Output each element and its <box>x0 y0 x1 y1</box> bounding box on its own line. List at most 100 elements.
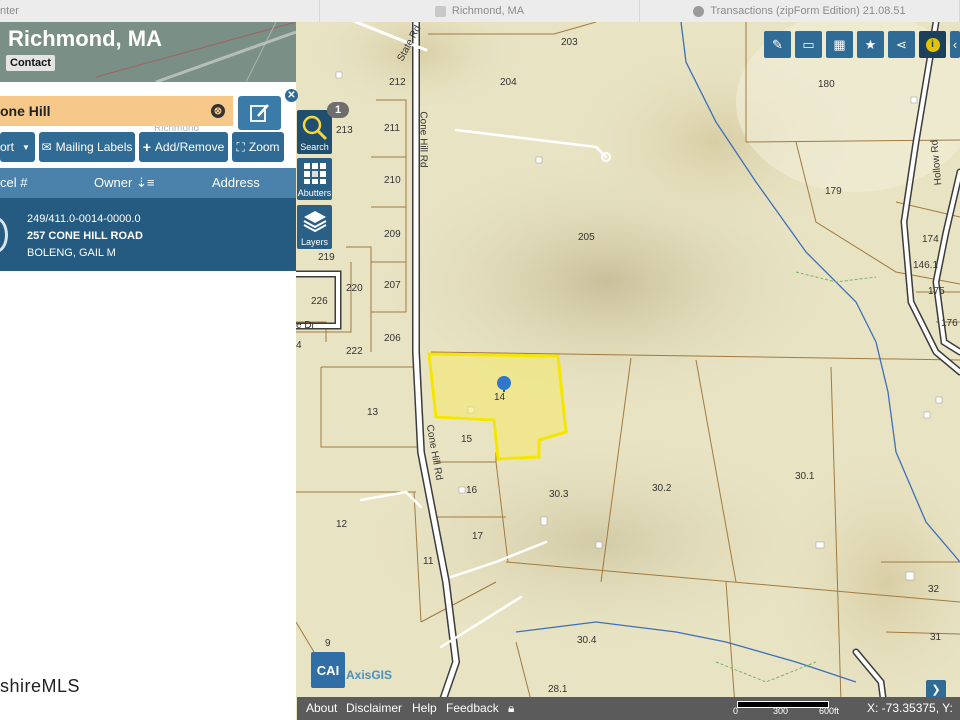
parcel-id: 249/411.0-0014-0000.0 <box>27 213 141 225</box>
envelope-icon: ✉ <box>41 140 52 154</box>
parcel-number: 32 <box>928 584 940 595</box>
parcel-number: 180 <box>818 79 835 90</box>
feedback-link[interactable]: Feedback <box>446 701 499 715</box>
edit-button[interactable] <box>238 96 281 130</box>
cai-logo: CAI <box>311 652 345 688</box>
edit-icon <box>249 104 269 122</box>
results-column-header: cel # Owner ⇣≡ Address <box>0 168 296 198</box>
parcel-number: 30.2 <box>652 483 672 494</box>
parcel-number: 226 <box>311 296 328 307</box>
abutters-tool-label: Abutters <box>297 188 332 198</box>
parcel-number: 175 <box>928 286 945 297</box>
expand-icon[interactable]: ❯ <box>926 680 946 698</box>
axisgis-logo: AxisGIS <box>346 668 393 682</box>
grid-icon: ▦ <box>833 36 846 52</box>
scale-label-300: 300 <box>773 706 789 716</box>
parcel-number: 205 <box>578 232 595 243</box>
page-icon <box>434 5 446 17</box>
parcel-number: 17 <box>472 531 484 542</box>
tab-label: Richmond, MA <box>451 5 525 17</box>
parcel-number: 31 <box>930 632 942 643</box>
add-remove-button[interactable]: + Add/Remove <box>139 132 228 162</box>
search-field[interactable]: one Hill ⊗ <box>0 96 233 126</box>
result-count-badge: 1 <box>327 102 349 118</box>
zoom-label: Zoom <box>248 140 280 154</box>
contact-button[interactable]: Contact <box>6 55 55 71</box>
result-row[interactable]: 249/411.0-0014-0000.0 257 CONE HILL ROAD… <box>0 198 296 271</box>
parcel-number: 9 <box>325 638 331 649</box>
scale-bar: 0 300 600ft <box>731 699 851 717</box>
share-tool-button[interactable]: ⋖ <box>888 31 915 58</box>
road-label: Cone Hill Rd <box>417 111 429 168</box>
parcel-number: 11 <box>423 556 434 567</box>
sort-icon[interactable]: ⇣≡ <box>136 175 154 191</box>
browser-tab[interactable]: nter <box>0 0 320 22</box>
browser-tab-active[interactable]: Richmond, MA <box>320 0 640 22</box>
parcel-number: 146.1 <box>913 260 939 271</box>
grid-parcels-icon <box>304 163 326 184</box>
zoom-extent-icon: ⛶ <box>236 139 245 154</box>
basemap-tool-button[interactable]: ▦ <box>826 31 853 58</box>
info-tool-button[interactable]: i <box>919 31 946 58</box>
mls-brand: shireMLS <box>0 676 81 696</box>
info-icon: i <box>925 37 940 52</box>
parcel-number: 213 <box>336 125 353 136</box>
column-parcel[interactable]: cel # <box>0 175 27 190</box>
parcel-number: 30.3 <box>549 489 569 500</box>
report-button[interactable]: ort ▼ <box>0 132 35 162</box>
search-query: one Hill <box>0 103 51 119</box>
report-label: ort <box>0 140 15 154</box>
scale-label-600: 600ft <box>819 706 840 716</box>
page-title: Richmond, MA <box>8 26 162 51</box>
chevron-down-icon: ▼ <box>22 142 30 152</box>
parcel-number: 174 <box>922 234 939 245</box>
parcel-number: 13 <box>367 407 379 418</box>
add-remove-label: Add/Remove <box>154 140 225 154</box>
parcel-number: 12 <box>336 519 348 530</box>
browser-tab[interactable]: Transactions (zipForm Edition) 21.08.51 <box>640 0 960 22</box>
mailing-labels-button[interactable]: ✉ Mailing Labels <box>39 132 135 162</box>
markup-tool-button[interactable]: ✎ <box>764 31 791 58</box>
parcel-number: 203 <box>561 37 578 48</box>
help-link[interactable]: Help <box>412 701 437 715</box>
parcel-number: 14 <box>494 392 506 403</box>
search-tool-label: Search <box>300 142 329 152</box>
map-canvas[interactable]: State Rd Cone Hill Rd Cone Hill Rd Hollo… <box>296 22 960 720</box>
parcel-number: 179 <box>825 186 842 197</box>
tab-label: nter <box>0 5 19 17</box>
parcel-address: 257 CONE HILL ROAD <box>27 230 143 242</box>
parcel-number: 30.4 <box>577 635 597 646</box>
parcel-owner: BOLENG, GAIL M <box>27 247 116 259</box>
parcel-number: 204 <box>500 77 517 88</box>
lock-icon[interactable]: 🔒︎ <box>508 701 514 716</box>
parcel-panel: Richmond, MA Contact Richmond one Hill ⊗… <box>0 22 298 720</box>
road-label: e Dr <box>296 320 315 331</box>
parcel-number: 212 <box>389 77 406 88</box>
layers-tool-button[interactable]: Layers <box>297 205 332 249</box>
column-owner[interactable]: Owner <box>94 175 132 190</box>
about-link[interactable]: About <box>306 701 337 715</box>
parcel-number: 211 <box>384 123 400 134</box>
clear-search-icon[interactable]: ⊗ <box>211 104 225 118</box>
parcel-number: 222 <box>346 346 363 357</box>
map-footer: About Disclaimer Help Feedback 🔒︎ 0 300 … <box>297 697 960 720</box>
column-address[interactable]: Address <box>212 175 260 190</box>
results-toolbar: ort ▼ ✉ Mailing Labels + Add/Remove ⛶ Zoom <box>0 132 296 164</box>
parcel-thumbnail-icon <box>0 217 8 253</box>
panel-header: Richmond, MA Contact <box>0 22 296 82</box>
layers-tool-label: Layers <box>300 237 328 247</box>
close-panel-icon[interactable]: ✕ <box>285 89 298 102</box>
parcel-number: 16 <box>466 485 478 496</box>
abutters-tool-button[interactable]: Abutters <box>297 158 332 200</box>
parcel-number: 210 <box>384 175 401 186</box>
magnifier-icon <box>302 115 328 141</box>
more-tools-button[interactable]: ‹ <box>950 31 960 58</box>
zoom-button[interactable]: ⛶ Zoom <box>232 132 284 162</box>
bookmark-tool-button[interactable]: ★ <box>857 31 884 58</box>
disclaimer-link[interactable]: Disclaimer <box>346 701 402 715</box>
parcel-number: 206 <box>384 333 401 344</box>
search-tool-button[interactable]: Search <box>297 110 332 154</box>
mailing-labels-label: Mailing Labels <box>55 140 133 154</box>
measure-tool-button[interactable]: ▭ <box>795 31 822 58</box>
chevron-icon: ‹ <box>952 37 958 52</box>
